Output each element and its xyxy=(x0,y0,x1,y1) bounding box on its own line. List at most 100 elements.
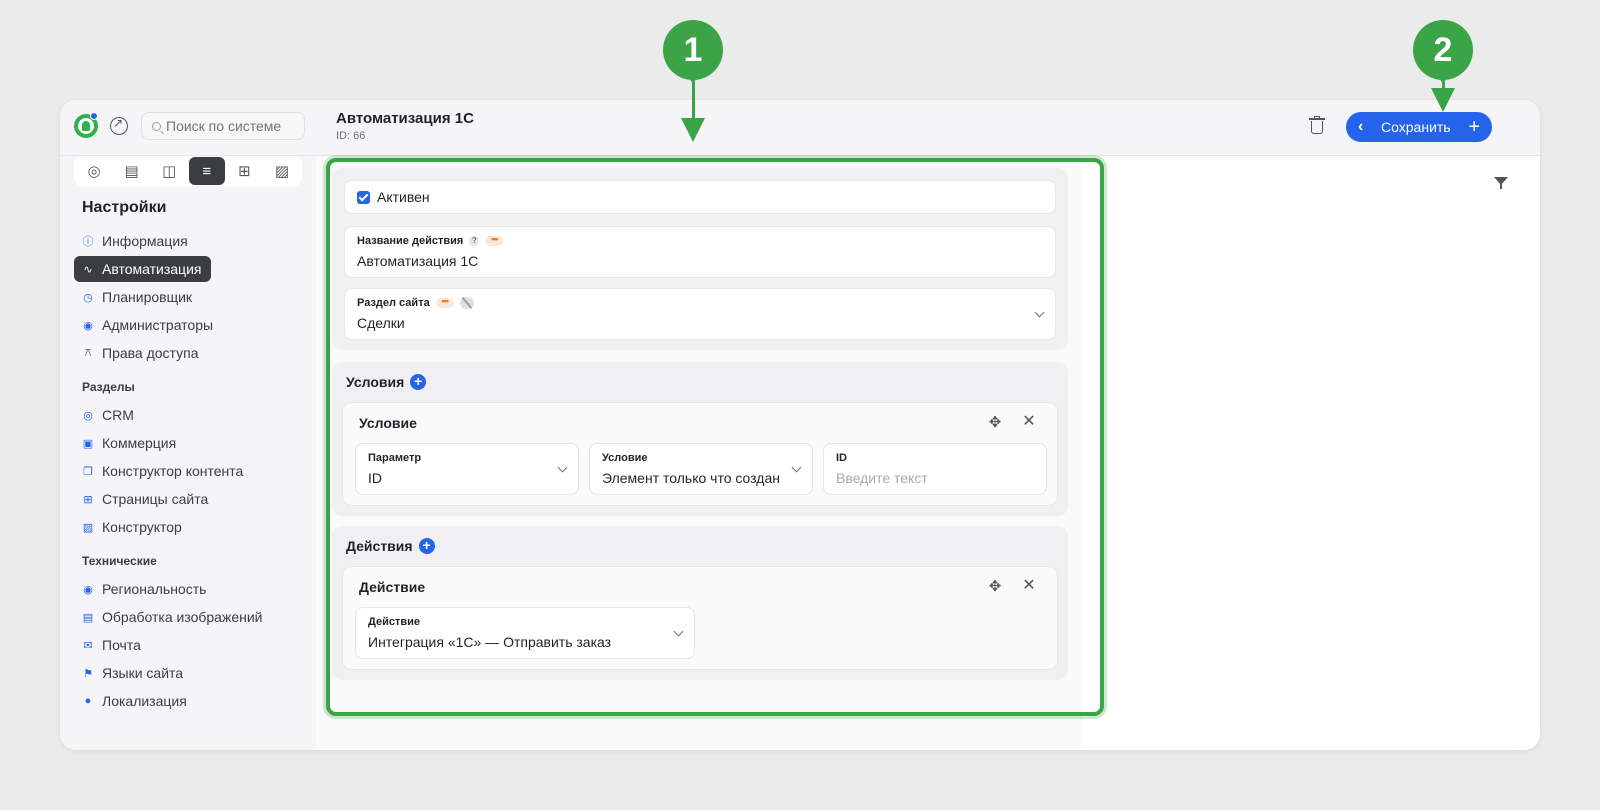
page-id: ID: 66 xyxy=(336,130,366,142)
lock-icon: ⚻ xyxy=(84,346,92,359)
automation-icon: ∿ xyxy=(83,263,93,276)
sidebar-item-label: Планировщик xyxy=(102,289,193,305)
notification-dot-icon xyxy=(90,112,98,120)
top-bar: Автоматизация 1С ID: 66 ‹ Сохранить + xyxy=(60,100,1540,156)
add-condition-icon[interactable]: + xyxy=(410,374,427,390)
site-section-label: Раздел сайта xyxy=(357,297,430,309)
search-box[interactable] xyxy=(141,112,305,140)
annotation-marker-2: 2 xyxy=(1413,20,1473,84)
condition-card: Условие ✥ ✕ Параметр ID Условие Элемент … xyxy=(342,402,1058,506)
settings-sliders-icon[interactable]: ≡ xyxy=(188,157,225,185)
id-label: ID xyxy=(836,452,847,464)
sidebar: ◎ ▤ ◫ ≡ ⊞ ▨ Настройки ⓘ Информация ∿ Автом… xyxy=(60,156,316,750)
help-icon[interactable]: ? xyxy=(469,236,480,246)
action-name-field[interactable]: Название действия ? ••• Автоматизация 1С xyxy=(344,226,1056,278)
chevron-down-icon xyxy=(673,626,684,637)
sidebar-item-mail[interactable]: ✉ Почта xyxy=(74,632,151,658)
book-icon[interactable]: ◫ xyxy=(151,157,187,185)
action-name-label-row: Название действия ? ••• xyxy=(357,235,504,247)
sidebar-item-admins[interactable]: ◉ Администраторы xyxy=(74,312,223,338)
active-checkbox[interactable] xyxy=(357,191,370,204)
move-icon[interactable]: ✥ xyxy=(987,579,1003,595)
admin-icon: ◉ xyxy=(83,319,93,332)
sidebar-item-label: Локализация xyxy=(102,693,187,709)
plus-icon: + xyxy=(1468,116,1480,138)
close-icon[interactable]: ✕ xyxy=(1021,578,1037,594)
sidebar-item-label: CRM xyxy=(102,407,134,423)
chevron-down-icon xyxy=(1034,307,1045,318)
actions-title: Действия + xyxy=(346,538,435,554)
sidebar-item-images[interactable]: ▤ Обработка изображений xyxy=(74,604,272,630)
hidden-icon[interactable] xyxy=(459,297,474,309)
save-button[interactable]: ‹ Сохранить + xyxy=(1346,112,1492,142)
move-icon[interactable]: ✥ xyxy=(987,415,1003,431)
condition-select[interactable]: Условие Элемент только что создан xyxy=(589,443,813,495)
add-square-icon[interactable]: ⊞ xyxy=(226,157,262,185)
close-icon[interactable]: ✕ xyxy=(1021,414,1037,430)
parameter-select[interactable]: Параметр ID xyxy=(355,443,579,495)
conditions-panel: Условия + Условие ✥ ✕ Параметр ID Услови… xyxy=(332,362,1068,516)
id-input[interactable]: Введите текст xyxy=(836,470,928,486)
sidebar-item-crm[interactable]: ◎ CRM xyxy=(74,402,144,428)
sidebar-item-regions[interactable]: ◉ Региональность xyxy=(74,576,216,602)
sidebar-item-automation[interactable]: ∿ Автоматизация xyxy=(74,256,212,282)
conditions-title: Условия + xyxy=(346,374,427,390)
sidebar-item-label: Информация xyxy=(102,233,188,249)
conditions-title-label: Условия xyxy=(346,374,405,390)
page-title: Автоматизация 1С xyxy=(336,110,474,127)
site-section-select[interactable]: Раздел сайта ••• Сделки xyxy=(344,288,1056,340)
image-icon: ▤ xyxy=(82,611,94,624)
sidebar-item-label: Обработка изображений xyxy=(102,609,263,625)
search-input[interactable] xyxy=(166,118,296,134)
crm-icon[interactable]: ◎ xyxy=(76,157,112,185)
search-icon xyxy=(152,121,161,131)
action-name-value[interactable]: Автоматизация 1С xyxy=(357,253,478,269)
site-section-label-row: Раздел сайта ••• xyxy=(357,297,474,309)
sidebar-item-label: Конструктор xyxy=(102,519,182,535)
actions-panel: Действия + Действие ✥ ✕ Действие Интегра… xyxy=(332,526,1068,680)
sidebar-item-scheduler[interactable]: ◷ Планировщик xyxy=(74,284,202,310)
sidebar-item-label: Почта xyxy=(102,637,141,653)
sidebar-item-content-builder[interactable]: ❐ Конструктор контента xyxy=(74,458,253,484)
action-card-title: Действие xyxy=(359,579,426,595)
condition-card-title: Условие xyxy=(359,415,417,431)
sidebar-item-access[interactable]: ⚻ Права доступа xyxy=(74,340,208,366)
annotation-arrowhead-1 xyxy=(681,118,705,142)
sidebar-item-site-pages[interactable]: ⊞ Страницы сайта xyxy=(74,486,218,512)
module-switcher: ◎ ▤ ◫ ≡ ⊞ ▨ xyxy=(74,156,302,186)
sidebar-item-localization[interactable]: ● Локализация xyxy=(74,688,197,714)
chevron-down-icon xyxy=(557,462,568,473)
site-section-value: Сделки xyxy=(357,315,405,331)
technical-label: Технические xyxy=(82,554,157,568)
sidebar-item-label: Конструктор контента xyxy=(102,463,244,479)
content-icon[interactable]: ▤ xyxy=(114,157,150,185)
filter-icon[interactable] xyxy=(1494,176,1508,190)
sidebar-item-label: Страницы сайта xyxy=(102,491,209,507)
app-window: Автоматизация 1С ID: 66 ‹ Сохранить + ◎ … xyxy=(60,100,1540,750)
flag-icon: ⚑ xyxy=(83,667,93,680)
action-name-label: Название действия xyxy=(357,235,464,247)
constructor-icon[interactable]: ▨ xyxy=(264,157,300,185)
more-dots-icon[interactable]: ••• xyxy=(485,235,504,246)
copy-icon: ❐ xyxy=(83,465,93,478)
active-label: Активен xyxy=(377,189,430,205)
condition-label: Условие xyxy=(602,452,648,464)
sidebar-item-commerce[interactable]: ▣ Коммерция xyxy=(74,430,186,456)
globe-icon: ● xyxy=(84,695,92,707)
sidebar-item-label: Администраторы xyxy=(102,317,214,333)
sidebar-item-info[interactable]: ⓘ Информация xyxy=(74,228,198,254)
id-input-field[interactable]: ID Введите текст xyxy=(823,443,1047,495)
mail-icon: ✉ xyxy=(83,639,93,652)
sidebar-item-languages[interactable]: ⚑ Языки сайта xyxy=(74,660,193,686)
action-select[interactable]: Действие Интеграция «1С» — Отправить зак… xyxy=(355,607,695,659)
chevron-left-icon: ‹ xyxy=(1358,118,1364,135)
delete-icon[interactable] xyxy=(1308,116,1326,136)
add-action-icon[interactable]: + xyxy=(418,538,435,554)
more-dots-icon[interactable]: ••• xyxy=(435,297,454,308)
annotation-marker-1: 1 xyxy=(663,20,723,84)
external-link-icon[interactable] xyxy=(110,116,128,135)
active-toggle-field[interactable]: Активен xyxy=(344,180,1056,214)
sidebar-item-label: Языки сайта xyxy=(102,665,184,681)
sidebar-item-constructor[interactable]: ▨ Конструктор xyxy=(74,514,192,540)
main-content: Активен Название действия ? ••• Автомати… xyxy=(316,156,1082,750)
